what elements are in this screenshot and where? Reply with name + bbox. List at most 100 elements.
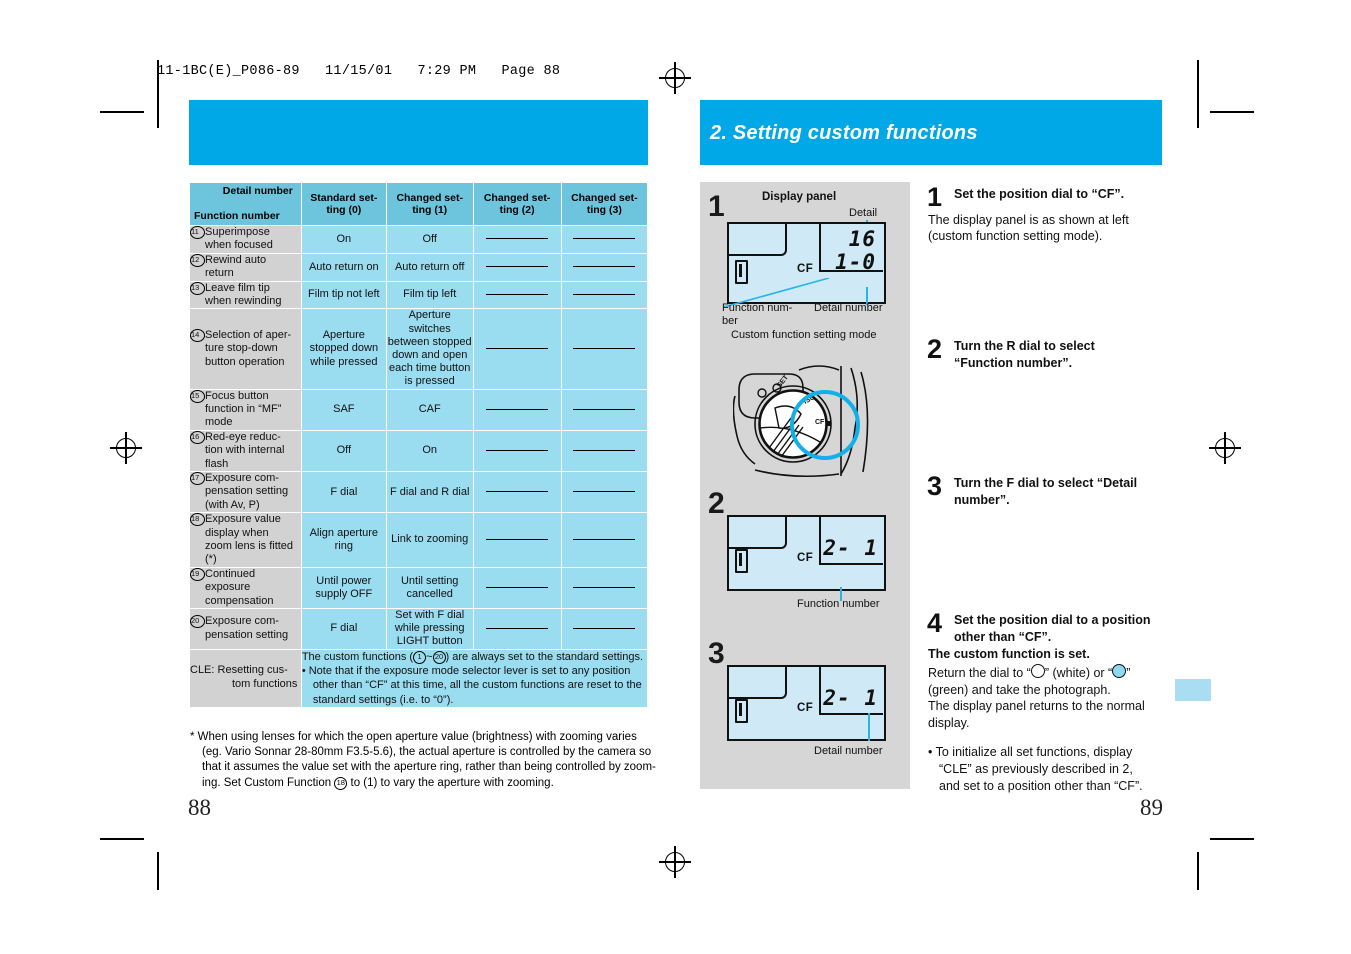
value-standard-0: Off [300,429,387,473]
empty-dash [573,348,636,349]
empty-dash [573,449,636,451]
step-4-bullet-line3: and set to a position other than “CF”. [939,778,1143,793]
illustration-step-1-number: 1 [708,190,725,223]
value-standard-0: Align aperture ring [300,512,387,568]
empty-dash [486,491,549,493]
footnote-line-1: * When using lenses for which the open a… [190,731,637,743]
function-name: Red-eye reduc-tion with internal flash [205,430,285,470]
empty-dash [573,586,636,588]
function-label-cell: 19 Continued exposure compensation [189,566,302,610]
table-row: 20 Exposure com-pensation setting F dial Se… [189,608,649,650]
lcd-subframe [728,666,787,699]
registration-mark-bottom [659,846,691,878]
value-changed-2 [472,225,562,254]
function-label-cell: 11 Superimpose when focused [189,225,302,254]
step-number-1: 1 [927,182,943,212]
value-changed-2 [472,308,562,390]
registration-mark-right [1209,432,1241,464]
illustration-step-2-number: 2 [708,487,725,520]
registration-mark-top [659,62,691,94]
value-changed-2 [472,512,562,568]
value-standard-0: SAF [300,388,387,431]
corner-function-number-label: Function number [194,209,280,222]
page-number-right: 89 [1140,795,1163,820]
step-4-body-b: ” (white) or “ [1044,665,1113,680]
value-changed-1: On [385,429,474,473]
function-number-badge: 18 [190,513,205,527]
empty-dash [486,539,549,541]
instruction-step-2: 2 Turn the R dial to select “Function nu… [927,334,1168,371]
function-label-cell: 12 Rewind auto return [189,252,302,282]
crop-mark-right-horizontal [1210,111,1254,113]
value-standard-0: On [300,225,387,254]
empty-dash [486,238,549,240]
label-function-number-line2: ber [722,314,738,327]
lcd-function-detail-value: 1-0 [835,250,876,274]
step-2-heading-line1: Turn the R dial to select [954,339,1095,353]
empty-dash [486,586,549,588]
lcd-divider-vertical [819,666,821,714]
lcd-display-2: CF 2- 1 [727,515,886,591]
table-header-row: Detail number Function number Standard s… [189,182,649,226]
step-3-heading-line2: number”. [954,492,1010,507]
footnote-line-4a: ing. Set Custom Function [202,776,335,789]
function-label-cell: 18 Exposure value display when zoom lens … [189,512,302,568]
col-head-line2: ting (2) [499,204,535,216]
empty-dash [486,294,549,296]
table-corner-cell: Detail number Function number [189,182,302,226]
col-head-line1: Changed set- [396,191,463,204]
function-name: Rewind auto return [205,253,267,280]
manual-page: 11-1BC(E)_P086-89 11/15/01 7:29 PM Page … [0,0,1351,954]
cle-text-b: ) are always set to the standard setting… [445,650,644,663]
crop-mark-bottom-right-horizontal [1210,838,1254,840]
column-header-standard-0: Standard set- ting (0) [300,182,387,226]
function-number-badge: 20 [190,615,205,629]
leader-line-detail-number-3 [868,713,870,741]
step-number-2: 2 [927,334,943,364]
crop-mark-left-horizontal [100,111,144,113]
value-changed-1: Aperture switches between stopped down a… [385,308,474,390]
value-standard-0: F dial [300,470,387,514]
value-changed-1: F dial and R dial [385,470,474,514]
value-standard-0: F dial [300,608,387,650]
value-changed-3 [560,429,649,473]
column-header-changed-1: Changed set- ting (1) [385,182,474,226]
function-number-badge: 14 [190,328,205,342]
edge-tab-marker [1175,679,1211,701]
empty-dash [573,627,636,629]
footnote: * When using lenses for which the open a… [190,730,660,791]
value-changed-2 [472,429,562,473]
value-changed-1: Off [385,225,474,254]
empty-dash [573,238,636,240]
table-row: 16 Red-eye reduc-tion with internal flash… [189,429,649,473]
col-head-line2: ting (3) [586,204,622,216]
lcd-detail-number-value: 2- 1 [823,686,878,710]
label-function-number: Function num- ber [722,302,792,328]
crop-mark-bottom-left-horizontal [100,838,144,840]
table-row: 18 Exposure value display when zoom lens … [189,512,649,568]
cle-body-cell: The custom functions (1 ~20) are always s… [300,648,649,708]
step-4-body-line3: The display panel returns to the normal [928,699,1145,714]
registration-mark-left [110,432,142,464]
value-changed-2 [472,566,562,610]
lcd-divider-horizontal [819,713,883,715]
column-header-changed-3: Changed set- ting (3) [560,182,649,226]
caption-custom-function-mode: Custom function setting mode [731,329,877,341]
lcd-cf-label: CF [797,263,814,275]
lcd-detail-value: 16 [848,227,876,251]
prepress-slug: 11-1BC(E)_P086-89 11/15/01 7:29 PM Page … [157,64,561,79]
value-changed-3 [560,608,649,650]
column-header-changed-2: Changed set- ting (2) [472,182,562,226]
step-1-heading: Set the position dial to “CF”. [954,187,1125,201]
lcd-divider-vertical [819,516,821,564]
step-4-heading-line3: The custom function is set. [928,647,1090,662]
empty-dash [486,348,549,349]
value-standard-0: Auto return on [300,252,387,282]
dial-mark-white-circle [757,388,767,398]
empty-dash [486,449,549,451]
value-changed-1: Link to zooming [385,512,474,568]
value-changed-3 [560,470,649,514]
table-row: 19 Continued exposure compensation Until p… [189,566,649,610]
value-changed-3 [560,512,649,568]
col-head-line1: Changed set- [483,191,551,204]
